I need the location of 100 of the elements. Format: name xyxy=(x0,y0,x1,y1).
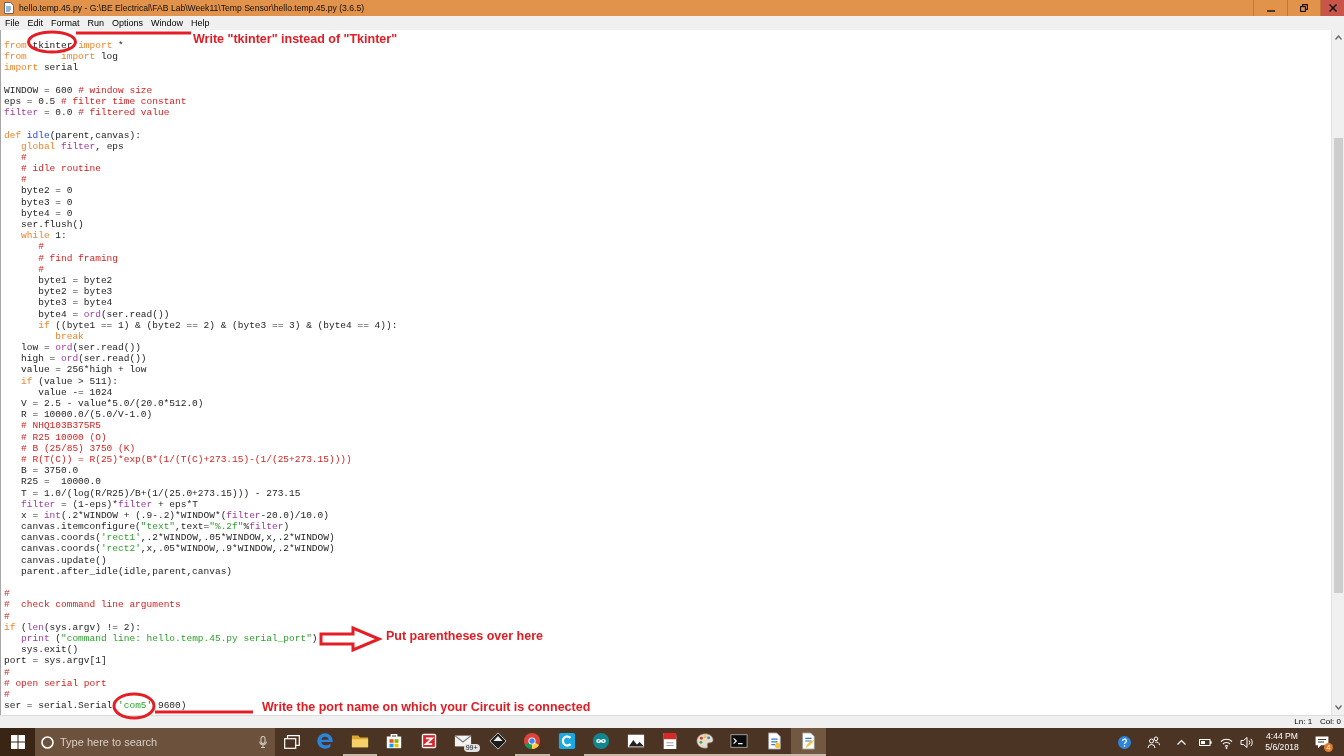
code-line: # NHQ103B375R5 xyxy=(21,420,101,432)
code-line: from import log xyxy=(4,51,119,63)
clock-date: 5/6/2018 xyxy=(1265,742,1299,753)
round-logo-icon xyxy=(523,732,542,750)
shopping-bag-icon xyxy=(385,732,404,750)
annotation-arrow xyxy=(319,625,383,653)
code-line: R25 = 10000.0 xyxy=(21,476,101,488)
c-shape-tile-icon xyxy=(557,732,576,750)
terminal-icon xyxy=(730,732,749,750)
code-line: print ("command line: hello.temp.45.py serial_port") xyxy=(21,632,318,644)
palette-icon xyxy=(695,732,714,750)
search-box[interactable]: Type here to search xyxy=(35,728,275,756)
start-button[interactable] xyxy=(0,728,35,756)
code-line: # idle routine xyxy=(21,163,101,175)
speaker-icon xyxy=(1239,735,1253,749)
code-line: break xyxy=(55,330,84,342)
code-line: WINDOW = 600 # window size xyxy=(4,84,153,96)
code-line: # xyxy=(4,688,10,700)
menu-item[interactable]: Run xyxy=(83,17,109,29)
menu-item[interactable]: File xyxy=(1,17,24,29)
annotation-note: Write "tkinter" instead of "Tkinter" xyxy=(193,32,398,47)
chevron-down-icon[interactable] xyxy=(1334,705,1342,710)
code-line: # check command line arguments xyxy=(4,599,181,611)
code-line: # xyxy=(21,151,27,163)
restore-icon xyxy=(1300,4,1308,12)
clock[interactable]: 4:44 PM 5/6/2018 xyxy=(1256,731,1308,753)
code-line: B = 3750.0 xyxy=(21,465,79,477)
menu-item[interactable]: Options xyxy=(108,17,148,29)
code-line: ser.flush() xyxy=(21,219,84,230)
annotation-note: Put parentheses over here xyxy=(386,629,543,644)
code-line: port = sys.argv[1] xyxy=(4,655,107,667)
code-line: high = ord(ser.read()) xyxy=(21,353,147,365)
clock-time: 4:44 PM xyxy=(1266,731,1298,742)
code-line: canvas.coords('rect2',x,.05*WINDOW,.9*WINDOW,.2*WINDOW) xyxy=(21,543,335,555)
window-title: hello.temp.45.py - G:\BE Electrical\FAB Lab\Week11\Temp Sensor\hello.temp.45.py (3.6.5) xyxy=(19,2,365,14)
code-line: if (value > 511): xyxy=(21,375,118,387)
menu-item[interactable]: Format xyxy=(47,17,84,29)
code-line: byte1 = byte2 xyxy=(38,274,113,286)
search-field[interactable]: Type here to search xyxy=(60,735,253,749)
code-line: byte2 = 0 xyxy=(21,185,73,197)
code-line: byte4 = ord(ser.read()) xyxy=(38,308,170,320)
code-line: value -= 1024 xyxy=(38,386,113,398)
code-line: # R(T(C)) = R(25)*exp(B*(1/(T(C)+273.15)-(1/(25+273.15)))) xyxy=(21,453,352,465)
code-line: # find framing xyxy=(38,252,119,264)
code-line: byte3 = byte4 xyxy=(38,297,113,309)
code-line: # xyxy=(4,588,10,600)
infinity-icon xyxy=(592,732,611,750)
code-line: low = ord(ser.read()) xyxy=(21,342,141,354)
four-panes-icon xyxy=(10,735,25,749)
code-line: byte3 = 0 xyxy=(21,196,73,208)
chevron-up-icon[interactable] xyxy=(1334,35,1342,40)
code-line: def idle(parent,canvas): xyxy=(4,129,141,141)
code-line: ser = serial.Serial 'com5' 9600) xyxy=(4,700,187,712)
close-button[interactable] xyxy=(1320,0,1344,16)
image-icon xyxy=(626,732,645,750)
code-line: if (len(sys.argv) != 2): xyxy=(4,621,141,633)
annotation-note: Write the port name on which your Circuit is connected xyxy=(262,700,591,715)
scrollbar-thumb[interactable] xyxy=(1333,138,1343,593)
code-line: x = int(.2*WINDOW + (.9-.2)*WINDOW*(filter-20.0)/10.0) xyxy=(21,509,329,521)
code-line: V = 2.5 - value*5.0/(20.0*512.0) xyxy=(21,398,204,409)
feather-file-icon xyxy=(799,732,818,750)
code-line: canvas.update() xyxy=(21,554,107,566)
menu-item[interactable]: Window xyxy=(147,17,188,29)
code-line: global filter, eps xyxy=(21,140,124,152)
menu-item[interactable]: Help xyxy=(187,17,214,29)
column-number-text: Col: 0 xyxy=(1320,717,1341,727)
code-line: # R25 10000 (O) xyxy=(21,431,107,443)
annotation-ellipse xyxy=(27,30,77,54)
ring-icon xyxy=(41,735,54,749)
menu-item[interactable]: Edit xyxy=(23,17,48,29)
code-line: parent.after_idle(idle,parent,canvas) xyxy=(21,565,233,577)
code-line: sys.exit() xyxy=(21,644,79,656)
file-icon xyxy=(4,2,14,14)
code-line: filter = (1-eps)*filter + eps*T xyxy=(21,498,198,510)
help-icon xyxy=(1117,735,1131,749)
line-number-text: Ln: 1 xyxy=(1294,717,1313,727)
code-line: # xyxy=(4,610,10,622)
annotation-ellipse xyxy=(112,692,156,720)
vertical-scrollbar[interactable] xyxy=(1331,30,1344,715)
code-line: value = 256*high + low xyxy=(21,364,147,376)
code-line: canvas.itemconfigure("text",text="%.2f"%filter) xyxy=(21,521,290,533)
diamond-icon xyxy=(488,732,507,750)
speech-bubble-icon xyxy=(1315,735,1329,749)
code-line: # B (25/85) 3750 (K) xyxy=(21,442,136,454)
code-line: # xyxy=(38,241,44,253)
code-line: canvas.coords('rect1',.2*WINDOW,.05*WINDOW,x,.2*WINDOW) xyxy=(21,532,335,544)
code-line: # xyxy=(21,174,27,186)
code-line: import serial xyxy=(4,62,79,74)
code-line: T = 1.0/(log(R/R25)/B+(1/(25.0+273.15))) - 273.15 xyxy=(21,487,301,499)
people-icon xyxy=(1146,735,1160,749)
code-line: byte4 = 0 xyxy=(21,207,73,219)
code-line: eps = 0.5 # filter time constant xyxy=(4,95,187,107)
zigzag-tile-icon xyxy=(419,732,438,750)
letter-e-swirl-icon xyxy=(316,732,335,750)
code-line: filter = 0.0 # filtered value xyxy=(4,107,170,119)
code-line: # open serial port xyxy=(4,677,107,689)
code-line: if ((byte1 == 1) & (byte2 == 2) & (byte3 == 3) & (byte4 == 4)): xyxy=(38,319,398,331)
code-line: byte2 = byte3 xyxy=(38,286,113,298)
microphone-icon[interactable] xyxy=(259,736,267,748)
taskbar-app-button[interactable] xyxy=(791,728,826,756)
